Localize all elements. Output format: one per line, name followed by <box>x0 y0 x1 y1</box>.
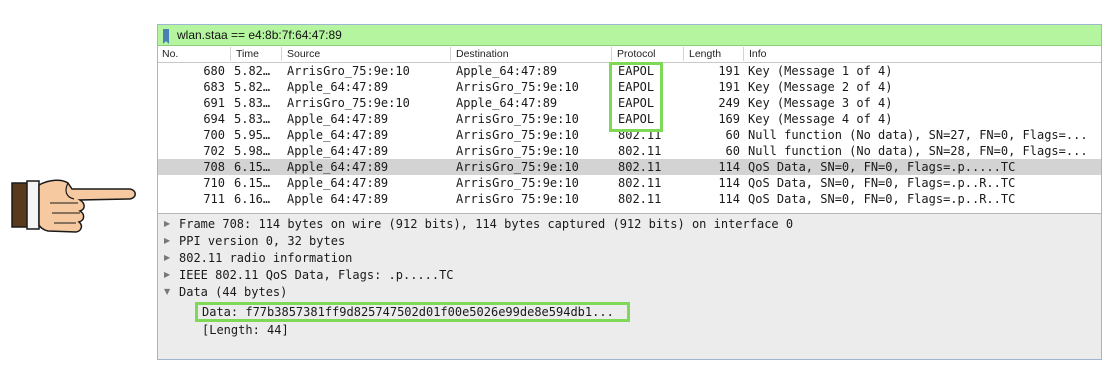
packet-row[interactable]: 711 6.16… Apple 64:47:89 ArrisGro 75:9e:… <box>158 191 1101 207</box>
packet-info: Null function (No data), SN=27, FN=0, Fl… <box>748 128 1088 142</box>
wireshark-window: wlan.staa == e4:8b:7f:64:47:89 No. Time … <box>157 24 1102 360</box>
packet-destination: ArrisGro_75:9e:10 <box>456 128 579 142</box>
collapse-arrow-icon[interactable]: ▼ <box>164 287 170 296</box>
packet-no: 694 <box>203 112 225 126</box>
column-divider[interactable] <box>683 47 684 61</box>
packet-time: 6.15… <box>234 176 271 190</box>
detail-text: [Length: 44] <box>202 323 289 337</box>
packet-length: 114 <box>718 176 740 190</box>
column-divider[interactable] <box>450 47 451 61</box>
packet-time: 5.95… <box>234 128 271 142</box>
packet-time: 5.98… <box>234 144 271 158</box>
packet-length: 249 <box>718 96 740 110</box>
column-header-source[interactable]: Source <box>287 48 320 60</box>
packet-time: 5.83… <box>234 96 271 110</box>
packet-time: 6.16… <box>234 192 271 206</box>
packet-source: Apple_64:47:89 <box>287 160 389 174</box>
packet-no: 711 <box>203 192 225 206</box>
packet-protocol: 802.11 <box>618 176 662 190</box>
packet-source: Apple_64:47:89 <box>287 144 389 158</box>
packet-source: Apple_64:47:89 <box>287 80 389 94</box>
packet-length: 169 <box>718 112 740 126</box>
column-header-info[interactable]: Info <box>749 48 767 60</box>
packet-length: 60 <box>725 144 740 158</box>
packet-source: ArrisGro_75:9e:10 <box>287 96 410 110</box>
packet-info: Key (Message 4 of 4) <box>748 112 893 126</box>
packet-no: 708 <box>203 160 225 174</box>
packet-length: 60 <box>725 128 740 142</box>
column-divider[interactable] <box>743 47 744 61</box>
packet-destination: Apple_64:47:89 <box>456 96 558 110</box>
packet-destination: ArrisGro_75:9e:10 <box>456 80 579 94</box>
packet-source: Apple_64:47:89 <box>287 128 389 142</box>
packet-length: 191 <box>718 80 740 94</box>
packet-time: 5.82… <box>234 64 271 78</box>
column-header-protocol[interactable]: Protocol <box>617 48 656 60</box>
packet-protocol: 802.11 <box>618 160 662 174</box>
packet-info: Key (Message 3 of 4) <box>748 96 893 110</box>
column-header-time[interactable]: Time <box>236 48 259 60</box>
expand-arrow-icon[interactable]: ▶ <box>164 236 170 245</box>
packet-source: Apple_64:47:89 <box>287 176 389 190</box>
packet-protocol: 802.11 <box>618 192 662 206</box>
packet-no: 710 <box>203 176 225 190</box>
packet-source: Apple 64:47:89 <box>287 192 389 206</box>
packet-no: 702 <box>203 144 225 158</box>
packet-info: QoS Data, SN=0, FN=0, Flags=.p..R..TC <box>748 176 1016 190</box>
bookmark-icon[interactable] <box>163 29 169 44</box>
detail-text: IEEE 802.11 QoS Data, Flags: .p.....TC <box>179 268 454 282</box>
expand-arrow-icon[interactable]: ▶ <box>164 253 170 262</box>
packet-info: QoS Data, SN=0, FN=0, Flags=.p..R..TC <box>748 192 1016 206</box>
display-filter-bar[interactable]: wlan.staa == e4:8b:7f:64:47:89 <box>158 25 1101 46</box>
data-highlight-box <box>195 302 630 322</box>
packet-row-selected[interactable]: 708 6.15… Apple_64:47:89 ArrisGro_75:9e:… <box>158 159 1101 175</box>
packet-protocol: 802.11 <box>618 144 662 158</box>
packet-row[interactable]: 702 5.98… Apple_64:47:89 ArrisGro_75:9e:… <box>158 143 1101 159</box>
packet-info: Key (Message 2 of 4) <box>748 80 893 94</box>
packet-no: 700 <box>203 128 225 142</box>
detail-text: 802.11 radio information <box>179 251 353 265</box>
display-filter-input[interactable]: wlan.staa == e4:8b:7f:64:47:89 <box>177 28 342 42</box>
pointing-hand-icon <box>11 179 136 233</box>
packet-time: 5.83… <box>234 112 271 126</box>
packet-destination: Apple_64:47:89 <box>456 64 558 78</box>
column-header-no[interactable]: No. <box>162 48 178 60</box>
packet-details-pane[interactable]: ▶ Frame 708: 114 bytes on wire (912 bits… <box>158 213 1101 359</box>
column-divider[interactable] <box>230 47 231 61</box>
packet-length: 114 <box>718 160 740 174</box>
column-divider[interactable] <box>611 47 612 61</box>
detail-text: PPI version 0, 32 bytes <box>179 234 346 248</box>
packet-list-header: No. Time Source Destination Protocol Len… <box>158 46 1101 63</box>
packet-source: ArrisGro_75:9e:10 <box>287 64 410 78</box>
packet-info: Key (Message 1 of 4) <box>748 64 893 78</box>
packet-info: QoS Data, SN=0, FN=0, Flags=.p.....TC <box>748 160 1016 174</box>
column-header-destination[interactable]: Destination <box>456 48 509 60</box>
packet-time: 5.82… <box>234 80 271 94</box>
packet-time: 6.15… <box>234 160 271 174</box>
expand-arrow-icon[interactable]: ▶ <box>164 219 170 228</box>
packet-destination: ArrisGro_75:9e:10 <box>456 112 579 126</box>
packet-row[interactable]: 710 6.15… Apple_64:47:89 ArrisGro_75:9e:… <box>158 175 1101 191</box>
packet-length: 114 <box>718 192 740 206</box>
detail-text: Data (44 bytes) <box>179 285 288 299</box>
packet-destination: ArrisGro_75:9e:10 <box>456 144 579 158</box>
packet-no: 683 <box>203 80 225 94</box>
packet-destination: ArrisGro_75:9e:10 <box>456 160 579 174</box>
packet-no: 691 <box>203 96 225 110</box>
packet-destination: ArrisGro 75:9e:10 <box>456 192 579 206</box>
packet-destination: ArrisGro_75:9e:10 <box>456 176 579 190</box>
column-divider[interactable] <box>281 47 282 61</box>
detail-text: Frame 708: 114 bytes on wire (912 bits),… <box>179 217 794 231</box>
column-header-length[interactable]: Length <box>689 48 721 60</box>
packet-source: Apple_64:47:89 <box>287 112 389 126</box>
expand-arrow-icon[interactable]: ▶ <box>164 270 170 279</box>
packet-info: Null function (No data), SN=28, FN=0, Fl… <box>748 144 1088 158</box>
eapol-highlight-box <box>609 62 663 132</box>
packet-no: 680 <box>203 64 225 78</box>
packet-length: 191 <box>718 64 740 78</box>
